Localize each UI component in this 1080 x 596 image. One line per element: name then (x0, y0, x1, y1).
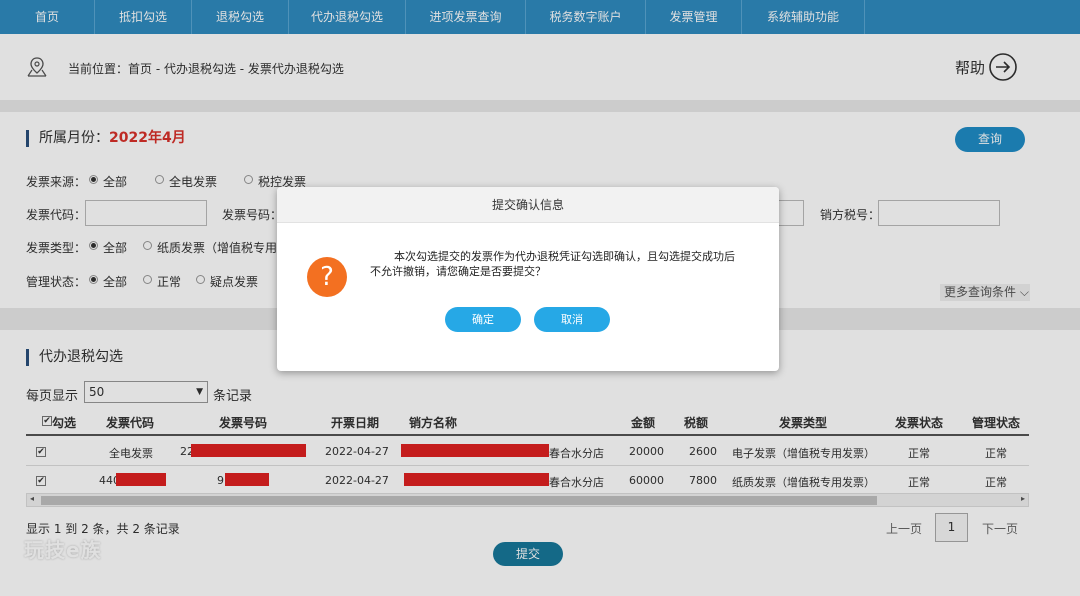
dialog-message-line1: 本次勾选提交的发票作为代办退税凭证勾选即确认，且勾选提交成功后 (394, 250, 735, 263)
dialog-title: 提交确认信息 (277, 187, 779, 223)
confirm-button[interactable]: 确定 (445, 307, 521, 332)
confirm-dialog: 提交确认信息 ? 本次勾选提交的发票作为代办退税凭证勾选即确认，且勾选提交成功后… (277, 187, 779, 371)
dialog-message: 本次勾选提交的发票作为代办退税凭证勾选即确认，且勾选提交成功后 不允许撤销，请您… (370, 249, 766, 279)
question-icon: ? (307, 257, 347, 297)
cancel-button[interactable]: 取消 (534, 307, 610, 332)
dialog-message-line2: 不允许撤销，请您确定是否要提交？ (370, 265, 546, 278)
